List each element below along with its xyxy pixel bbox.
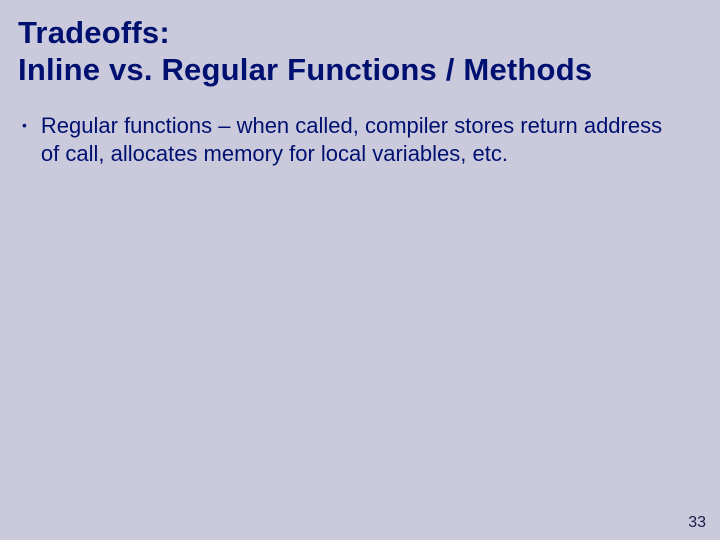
slide: Tradeoffs: Inline vs. Regular Functions … [0,0,720,540]
title-line-2: Inline vs. Regular Functions / Methods [18,51,702,88]
slide-body: • Regular functions – when called, compi… [0,88,720,167]
title-line-1: Tradeoffs: [18,14,702,51]
bullet-icon: • [20,112,27,138]
bullet-item: • Regular functions – when called, compi… [20,112,680,167]
page-number: 33 [688,514,706,532]
bullet-text: Regular functions – when called, compile… [41,112,680,167]
slide-title: Tradeoffs: Inline vs. Regular Functions … [0,0,720,88]
